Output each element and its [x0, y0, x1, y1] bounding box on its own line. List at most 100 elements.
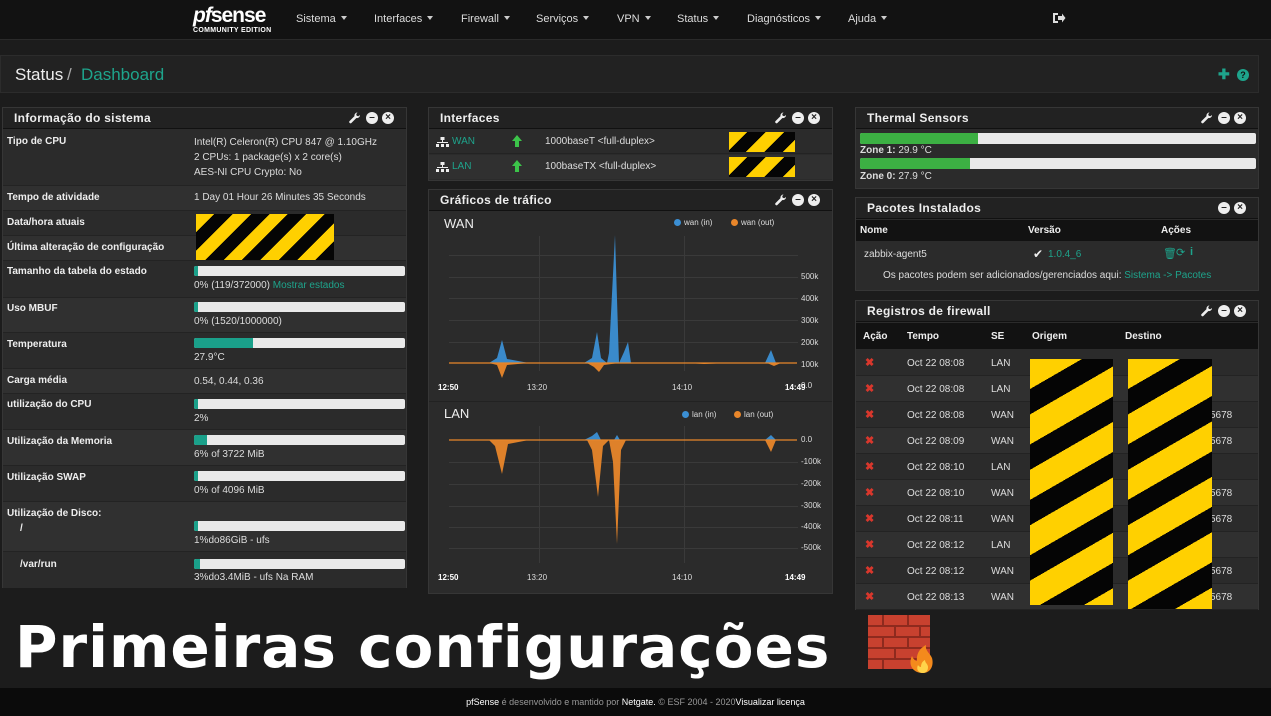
- bar-fill: [194, 471, 199, 481]
- block-icon[interactable]: ✖: [865, 462, 875, 473]
- log-time: Oct 22 08:08: [907, 358, 965, 369]
- log-interface: LAN: [991, 384, 1011, 395]
- bar-fill: [194, 399, 199, 409]
- log-destination[interactable]: 5678: [1210, 488, 1232, 499]
- block-icon[interactable]: ✖: [865, 410, 875, 421]
- row-memory: Utilização da Memoria 6% of 3722 MiB: [3, 430, 406, 466]
- interface-row-wan: WAN 1000baseT <full-duplex>: [429, 130, 832, 154]
- breadcrumb-status[interactable]: Status: [15, 65, 63, 85]
- menu-status[interactable]: Status: [677, 13, 720, 25]
- chevron-down-icon: [814, 16, 821, 20]
- y-tick: 100k: [801, 360, 819, 369]
- menu-firewall[interactable]: Firewall: [461, 13, 510, 25]
- wrench-icon[interactable]: [348, 111, 362, 125]
- row-temperature: Temperatura 27.9°C: [3, 333, 406, 369]
- block-icon[interactable]: ✖: [865, 592, 875, 603]
- minimize-icon[interactable]: –: [1218, 305, 1230, 317]
- close-icon[interactable]: ×: [1234, 202, 1246, 214]
- menu-vpn[interactable]: VPN: [617, 13, 651, 25]
- minimize-icon[interactable]: –: [366, 112, 378, 124]
- pfsense-logo[interactable]: pfsense COMMUNITY EDITION: [193, 4, 275, 36]
- reinstall-icon[interactable]: ⟳: [1176, 246, 1185, 259]
- menu-servicos[interactable]: Serviços: [536, 13, 590, 25]
- menu-label: VPN: [617, 13, 640, 25]
- block-icon[interactable]: ✖: [865, 488, 875, 499]
- chevron-down-icon: [713, 16, 720, 20]
- log-time: Oct 22 08:08: [907, 384, 965, 395]
- series-area-wan-out: [449, 363, 797, 378]
- log-destination[interactable]: 5678: [1210, 436, 1232, 447]
- menu-label: Firewall: [461, 13, 499, 25]
- package-name: zabbix-agent5: [864, 249, 927, 260]
- block-icon[interactable]: ✖: [865, 540, 875, 551]
- close-icon[interactable]: ×: [1234, 305, 1246, 317]
- show-states-link[interactable]: Mostrar estados: [273, 280, 345, 291]
- value: 27.9°C: [194, 352, 225, 363]
- menu-sistema[interactable]: Sistema: [296, 13, 347, 25]
- menu-diagnosticos[interactable]: Diagnósticos: [747, 13, 821, 25]
- firewall-logs-panel: Registros de firewall – × Ação Tempo SE …: [855, 300, 1259, 610]
- interface-link-wan[interactable]: WAN: [452, 136, 475, 147]
- logo-pf: pf: [193, 4, 212, 27]
- close-icon[interactable]: ×: [382, 112, 394, 124]
- trash-icon[interactable]: 🗑: [1163, 247, 1177, 260]
- netgate-link[interactable]: Netgate.: [622, 697, 656, 707]
- menu-interfaces[interactable]: Interfaces: [374, 13, 434, 25]
- value: 0.54, 0.44, 0.36: [194, 376, 264, 387]
- interface-link-lan[interactable]: LAN: [452, 161, 471, 172]
- close-icon[interactable]: ×: [808, 112, 820, 124]
- minimize-icon[interactable]: –: [792, 194, 804, 206]
- value: 0% (119/372000) Mostrar estados: [194, 278, 344, 293]
- minimize-icon[interactable]: –: [1218, 202, 1230, 214]
- help-icon[interactable]: ?: [1237, 69, 1249, 81]
- minimize-icon[interactable]: –: [792, 112, 804, 124]
- wan-plot: [449, 235, 797, 378]
- close-icon[interactable]: ×: [808, 194, 820, 206]
- value: 1%do86GiB - ufs: [194, 535, 270, 546]
- redaction-hazard-block: [1128, 359, 1212, 609]
- chevron-down-icon: [583, 16, 590, 20]
- block-icon[interactable]: ✖: [865, 436, 875, 447]
- panel-header: Informação do sistema – ×: [3, 108, 406, 129]
- license-link[interactable]: Visualizar licença: [736, 697, 805, 707]
- system-packages-link[interactable]: Sistema -> Pacotes: [1124, 270, 1211, 281]
- state-value: 0% (119/372000): [194, 280, 270, 291]
- add-widget-icon[interactable]: ✚: [1218, 67, 1230, 81]
- block-icon[interactable]: ✖: [865, 566, 875, 577]
- block-icon[interactable]: ✖: [865, 358, 875, 369]
- row-cpu-type: Tipo de CPU Intel(R) Celeron(R) CPU 847 …: [3, 129, 406, 186]
- x-tick: 14:49: [785, 573, 806, 582]
- redaction-hazard-block: [729, 157, 795, 177]
- panel-title: Informação do sistema: [14, 111, 152, 125]
- menu-ajuda[interactable]: Ajuda: [848, 13, 888, 25]
- log-destination[interactable]: 5678: [1210, 566, 1232, 577]
- wrench-icon[interactable]: [774, 193, 788, 207]
- menu-label: Ajuda: [848, 13, 877, 25]
- breadcrumb-dashboard[interactable]: Dashboard: [81, 65, 164, 85]
- column-header: Destino: [1125, 331, 1162, 342]
- check-icon: ✔: [1033, 247, 1044, 261]
- x-tick: 14:49: [785, 383, 806, 392]
- y-tick: -300k: [801, 501, 822, 510]
- zone1-reading: Zone 1: 29.9 °C: [860, 145, 932, 156]
- info-icon[interactable]: i: [1190, 246, 1193, 258]
- block-icon[interactable]: ✖: [865, 384, 875, 395]
- log-interface: WAN: [991, 488, 1014, 499]
- log-destination[interactable]: 5678: [1210, 592, 1232, 603]
- wrench-icon[interactable]: [1200, 111, 1214, 125]
- logout-icon[interactable]: [1052, 12, 1066, 24]
- close-icon[interactable]: ×: [1234, 112, 1246, 124]
- log-destination[interactable]: 5678: [1210, 410, 1232, 421]
- wan-traffic-chart: WAN wan (in) wan (out) 500k 400k 300k 20…: [429, 212, 832, 396]
- log-time: Oct 22 08:12: [907, 540, 965, 551]
- minimize-icon[interactable]: –: [1218, 112, 1230, 124]
- label: Data/hora atuais: [7, 217, 85, 228]
- mount-point: /: [20, 523, 23, 534]
- log-destination[interactable]: 5678: [1210, 514, 1232, 525]
- wrench-icon[interactable]: [774, 111, 788, 125]
- block-icon[interactable]: ✖: [865, 514, 875, 525]
- arrow-up-icon: [512, 160, 522, 172]
- wrench-icon[interactable]: [1200, 304, 1214, 318]
- top-navbar: pfsense COMMUNITY EDITION Sistema Interf…: [0, 0, 1271, 40]
- label: Carga média: [7, 375, 68, 386]
